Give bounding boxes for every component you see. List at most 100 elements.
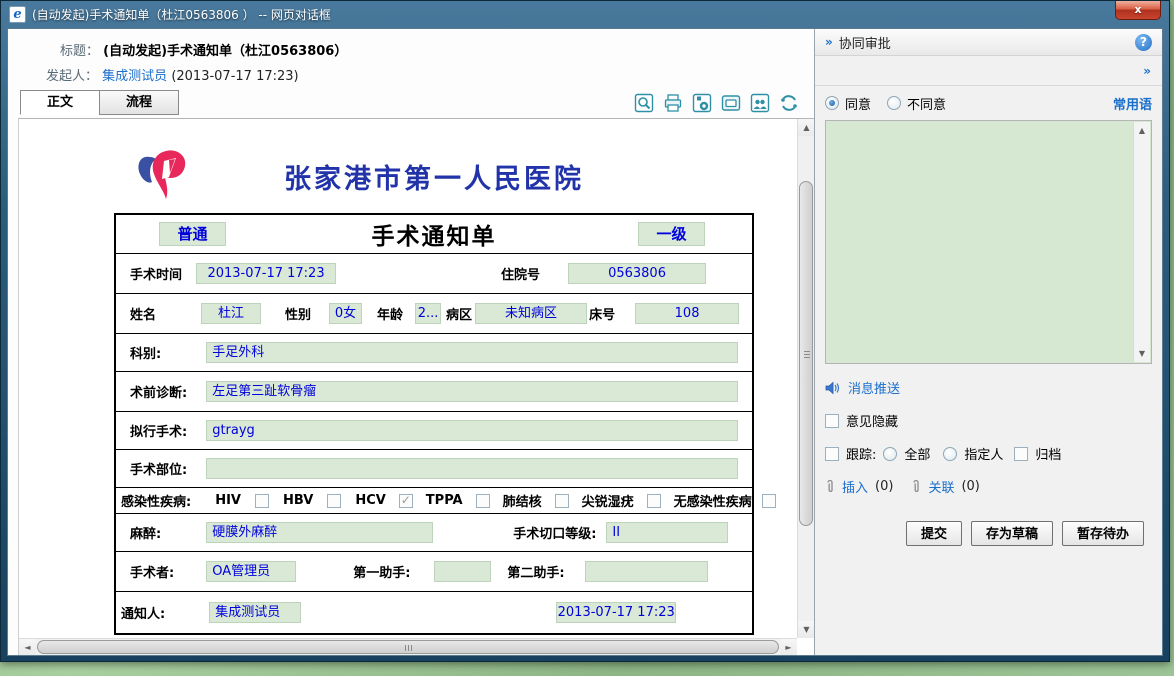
infect-tppa-checkbox[interactable] [476,494,490,508]
initiator-label: 发起人： [46,65,98,84]
contacts-icon[interactable] [749,92,771,114]
approval-panel: » 协同审批 ? » 同意 不同意 常用语 ▲ ▼ [814,29,1162,655]
archive-checkbox[interactable] [1014,447,1028,461]
bed-field[interactable]: 108 [635,303,739,324]
infect-hiv-checkbox[interactable] [255,494,269,508]
name-field[interactable]: 杜江 [201,303,261,324]
surgery-time-field[interactable]: 2013-07-17 17:23 [196,263,336,284]
hospital-logo-icon [136,147,198,203]
age-field[interactable]: 2... [415,303,441,324]
anesthesia-field[interactable]: 硬膜外麻醉 [206,522,433,543]
ward-field[interactable]: 未知病区 [475,303,587,324]
folder-icon[interactable] [720,92,742,114]
doc-horizontal-scrollbar[interactable]: ◄ ► [19,638,797,655]
submit-button[interactable]: 提交 [906,521,962,546]
scroll-down-icon[interactable]: ▼ [798,621,814,638]
surgeon-field[interactable]: OA管理员 [206,561,296,582]
infect-tb-checkbox[interactable] [555,494,569,508]
scroll-right-icon[interactable]: ► [780,639,797,655]
initiator-line: 发起人： 集成测试员 (2013-07-17 17:23) [8,65,814,84]
surgery-site-field[interactable] [206,458,738,479]
incision-grade-field[interactable]: II [606,522,728,543]
approval-header: » 协同审批 ? [815,29,1162,56]
track-assignee-label: 指定人 [964,444,1003,463]
planned-surgery-label: 拟行手术: [130,421,187,440]
name-label: 姓名 [130,304,156,323]
close-button[interactable]: x [1115,1,1161,20]
expand-row: » [815,56,1162,86]
opinion-scroll-down-icon[interactable]: ▼ [1134,345,1150,362]
track-assignee-radio[interactable] [943,447,957,461]
ward-label: 病区 [446,304,472,323]
hide-opinion-checkbox[interactable] [825,414,839,428]
priority-badge: 普通 [159,222,226,246]
opinion-scrollbar[interactable]: ▲ ▼ [1133,122,1150,362]
opinion-scroll-up-icon[interactable]: ▲ [1134,122,1150,139]
planned-surgery-field[interactable]: gtrayg [206,420,738,441]
diagnosis-field[interactable]: 左足第三趾软骨瘤 [206,381,738,402]
doc-vscroll-thumb[interactable] [799,181,813,526]
doc-title: (自动发起)手术通知单（杜江0563806） [103,44,347,59]
opinion-textarea[interactable]: ▲ ▼ [825,120,1152,364]
infect-warts-label: 尖锐湿疣 [582,491,634,510]
infectious-label: 感染性疾病: [121,491,191,510]
infect-tb-label: 肺结核 [503,491,542,510]
doc-hscroll-thumb[interactable] [37,640,779,654]
surgery-form-table: 普通 手术通知单 一级 手术时间 2013-07-17 17:23 住院号 05… [114,213,754,635]
age-label: 年龄 [377,304,403,323]
message-push-link[interactable]: 消息推送 [848,378,900,397]
notify-time-field[interactable]: 2013-07-17 17:23 [556,602,676,623]
initiator-link[interactable]: 集成测试员 [102,69,167,84]
relate-count: (0) [961,479,979,494]
insert-link[interactable]: 插入 [842,477,868,496]
track-label: 跟踪: [846,444,876,463]
scroll-left-icon[interactable]: ◄ [19,639,36,655]
track-all-label: 全部 [904,444,930,463]
speaker-icon [825,381,841,395]
track-all-radio[interactable] [883,447,897,461]
document-pane: 标题： (自动发起)手术通知单（杜江0563806） 发起人： 集成测试员 (2… [8,29,814,655]
admission-no-field[interactable]: 0563806 [568,263,706,284]
dept-field[interactable]: 手足外科 [206,342,738,363]
assistant1-field[interactable] [434,561,491,582]
bed-label: 床号 [589,304,615,323]
infect-hcv-checkbox[interactable] [399,494,413,508]
disagree-label: 不同意 [907,94,946,113]
tab-flow[interactable]: 流程 [99,90,179,115]
save-icon[interactable] [691,92,713,114]
doc-vertical-scrollbar[interactable]: ▲ ▼ [797,119,814,638]
anesthesia-label: 麻醉: [130,523,161,542]
collapse-chevrons-icon[interactable]: » [825,35,832,49]
save-draft-button[interactable]: 存为草稿 [971,521,1053,546]
relate-link[interactable]: 关联 [928,477,954,496]
hospital-name: 张家港市第一人民医院 [114,145,754,196]
gender-field[interactable]: 0女 [329,303,362,324]
hold-pending-button[interactable]: 暂存待办 [1062,521,1144,546]
common-phrases-link[interactable]: 常用语 [1113,94,1152,113]
disagree-radio[interactable] [887,96,901,110]
ie-browser-icon: e [9,6,26,23]
scroll-up-icon[interactable]: ▲ [798,119,814,136]
notifier-field[interactable]: 集成测试员 [209,602,301,623]
dept-label: 科别: [130,343,161,362]
help-icon[interactable]: ? [1135,34,1152,51]
tab-body[interactable]: 正文 [20,90,100,115]
assistant2-field[interactable] [585,561,708,582]
paperclip-icon [825,479,835,494]
approval-title: 协同审批 [839,33,891,52]
infect-hbv-label: HBV [283,493,313,508]
refresh-icon[interactable] [778,92,800,114]
zoom-icon[interactable] [633,92,655,114]
track-checkbox[interactable] [825,447,839,461]
infect-none-checkbox[interactable] [762,494,776,508]
infect-warts-checkbox[interactable] [647,494,661,508]
assistant2-label: 第二助手: [507,562,564,581]
track-row: 跟踪: 全部 指定人 归档 [825,444,1152,463]
surgeon-label: 手术者: [130,562,174,581]
expand-chevrons-icon[interactable]: » [1143,64,1150,78]
print-icon[interactable] [662,92,684,114]
agree-radio[interactable] [825,96,839,110]
hide-opinion-row: 意见隐藏 [825,411,1152,430]
hide-opinion-label: 意见隐藏 [846,411,898,430]
infect-hbv-checkbox[interactable] [327,494,341,508]
